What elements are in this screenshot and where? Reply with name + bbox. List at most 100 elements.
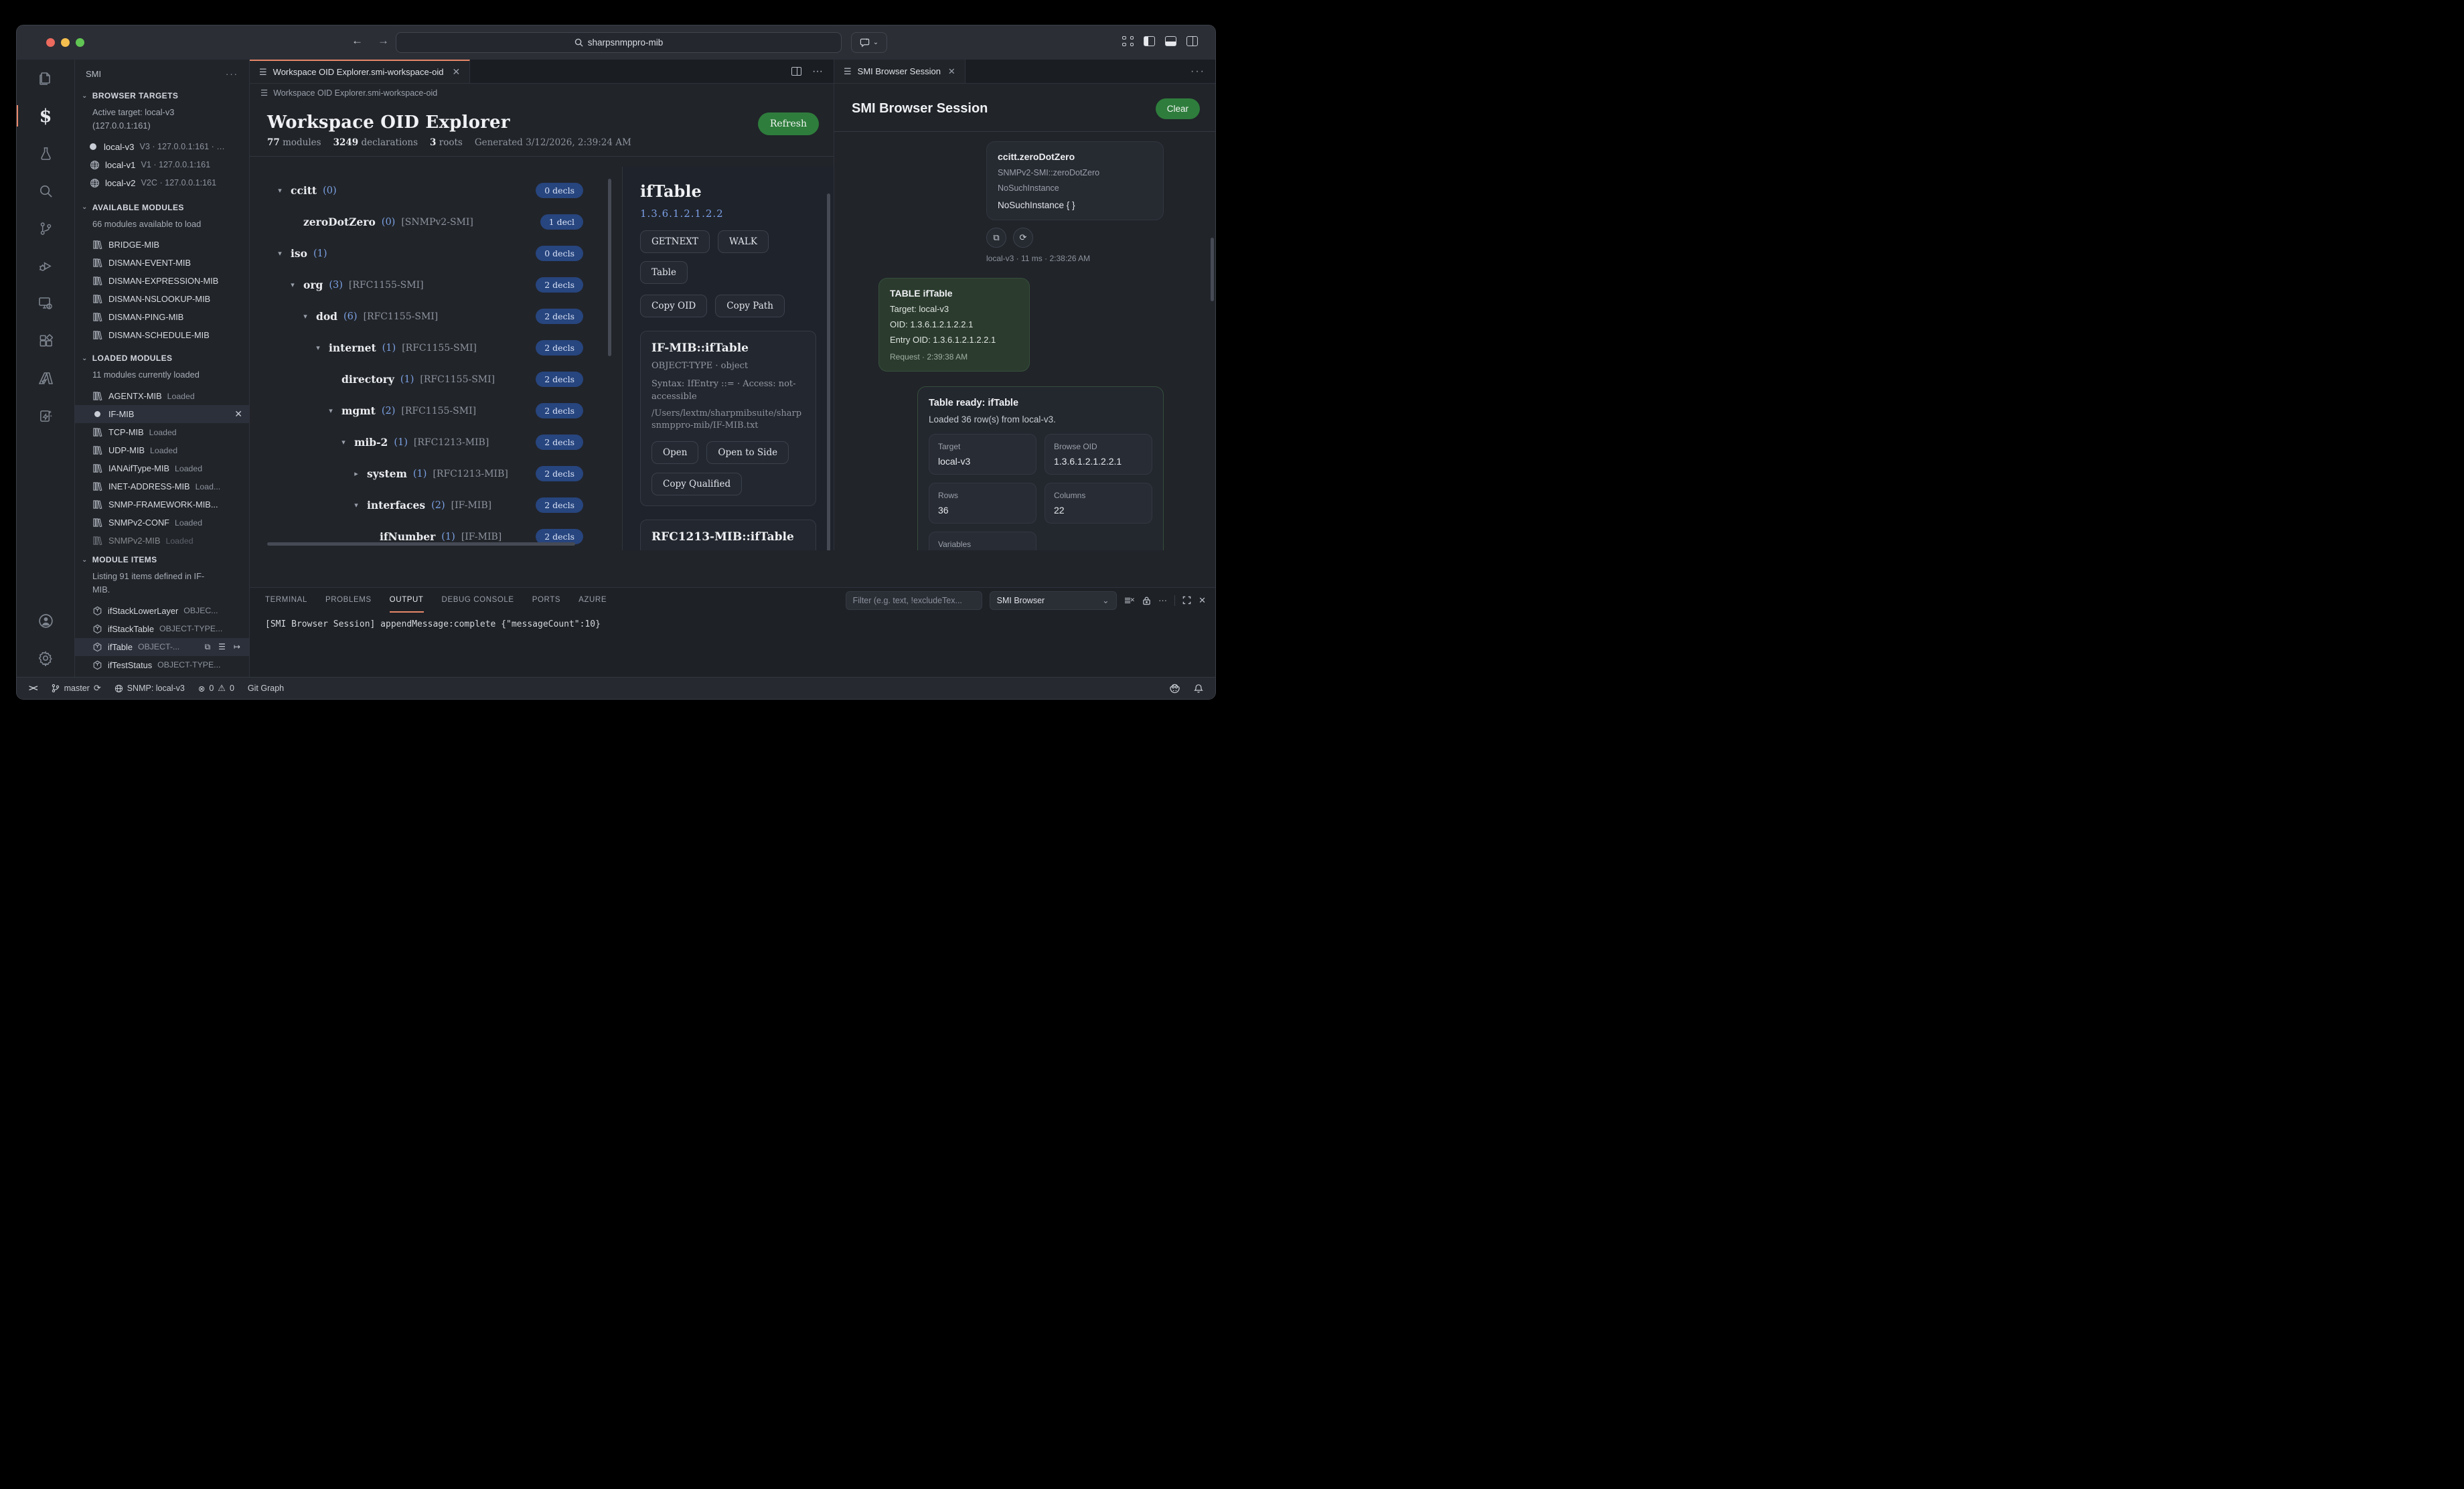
clear-button[interactable]: Clear xyxy=(1156,98,1200,119)
back-arrow-icon[interactable]: ← xyxy=(352,34,363,48)
lock-scroll-icon[interactable] xyxy=(1142,596,1151,605)
tree-row[interactable]: ▾ ccitt (0) 0 decls xyxy=(250,175,622,206)
tree-row[interactable]: ▾ iso (1) 0 decls xyxy=(250,238,622,269)
tree-row[interactable]: ▸ system (1) [RFC1213-MIB] 2 decls xyxy=(250,458,622,489)
tree-row[interactable]: zeroDotZero (0) [SNMPv2-SMI] 1 decl xyxy=(250,206,622,238)
panel-more-icon[interactable]: ··· xyxy=(1158,595,1167,605)
close-icon[interactable]: ✕ xyxy=(234,408,242,420)
account-icon[interactable] xyxy=(17,602,75,639)
forward-arrow-icon[interactable]: → xyxy=(378,34,389,48)
sync-icon[interactable]: ⟳ xyxy=(94,683,101,694)
tree-caret-icon[interactable]: ▾ xyxy=(339,438,348,447)
close-panel-icon[interactable]: ✕ xyxy=(1199,595,1206,606)
panel-tab[interactable]: AZURE xyxy=(579,588,607,613)
module-row[interactable]: SNMP-FRAMEWORK-MIB... ✕ xyxy=(75,495,249,514)
tree-caret-icon[interactable]: ▾ xyxy=(352,501,361,510)
toggle-panel-icon[interactable] xyxy=(1165,36,1176,46)
open-button[interactable]: Open xyxy=(651,441,698,464)
snmp-action-button[interactable]: GETNEXT xyxy=(640,230,710,253)
copy-action-button[interactable]: Copy Path xyxy=(715,295,785,317)
tree-caret-icon[interactable]: ▾ xyxy=(326,406,335,415)
snmp-action-button[interactable]: Table xyxy=(640,261,688,284)
debug-icon[interactable] xyxy=(17,247,75,285)
snmp-action-button[interactable]: WALK xyxy=(718,230,769,253)
module-item-row[interactable]: ifStackTable OBJECT-TYPE... ⧉☰↦ xyxy=(75,620,249,638)
close-tab-icon[interactable]: ✕ xyxy=(948,66,955,77)
module-item-row[interactable]: ifTestStatus OBJECT-TYPE... ⧉☰↦ xyxy=(75,656,249,674)
tree-row[interactable]: ▾ mgmt (2) [RFC1155-SMI] 2 decls xyxy=(250,395,622,426)
settings-gear-icon[interactable] xyxy=(17,639,75,677)
toggle-primary-sidebar-icon[interactable] xyxy=(1144,36,1155,46)
clear-output-icon[interactable]: ≣✕ xyxy=(1124,595,1135,606)
target-row[interactable]: local-v3 V3 · 127.0.0.1:161 · … xyxy=(75,138,249,156)
command-center-search[interactable]: sharpsnmppro-mib xyxy=(396,32,842,53)
customize-layout-icon[interactable] xyxy=(1122,36,1134,46)
module-row[interactable]: INET-ADDRESS-MIB Load... ✕ xyxy=(75,477,249,495)
azure-icon[interactable] xyxy=(17,360,75,397)
toggle-secondary-sidebar-icon[interactable] xyxy=(1186,36,1198,46)
close-window-button[interactable] xyxy=(46,38,55,47)
remote-icon[interactable] xyxy=(17,285,75,322)
close-tab-icon[interactable]: ✕ xyxy=(452,66,460,78)
flask-icon[interactable] xyxy=(17,135,75,172)
files-icon[interactable] xyxy=(17,60,75,97)
maximize-window-button[interactable] xyxy=(76,38,84,47)
tree-row[interactable]: ▾ org (3) [RFC1155-SMI] 2 decls xyxy=(250,269,622,301)
copilot-chat-button[interactable]: ⌄ xyxy=(851,32,887,53)
maximize-panel-icon[interactable] xyxy=(1182,596,1191,605)
refresh-button[interactable]: Refresh xyxy=(758,112,819,135)
module-row[interactable]: DISMAN-EXPRESSION-MIB xyxy=(75,272,249,290)
panel-tab[interactable]: TERMINAL xyxy=(265,588,307,613)
module-item-row[interactable]: ifTable OBJECT-... ⧉☰↦ xyxy=(75,638,249,656)
breadcrumb[interactable]: ☰ Workspace OID Explorer.smi-workspace-o… xyxy=(250,84,834,102)
item-actions[interactable]: ⧉☰↦ xyxy=(205,642,242,652)
panel-tab[interactable]: DEBUG CONSOLE xyxy=(442,588,514,613)
tree-caret-icon[interactable]: ▾ xyxy=(301,312,310,321)
tree-caret-icon[interactable]: ▾ xyxy=(288,281,297,289)
details-scrollbar[interactable] xyxy=(827,193,830,550)
remote-indicator[interactable]: >< xyxy=(29,684,37,693)
section-browser-targets[interactable]: ⌄ BROWSER TARGETS xyxy=(75,86,249,104)
module-row[interactable]: TCP-MIB Loaded ✕ xyxy=(75,423,249,441)
module-row[interactable]: DISMAN-EVENT-MIB xyxy=(75,254,249,272)
tree-horizontal-scrollbar[interactable] xyxy=(267,542,575,546)
session-scrollbar[interactable] xyxy=(1211,238,1214,301)
panel-tab[interactable]: OUTPUT xyxy=(390,588,424,613)
module-row[interactable]: SNMPv2-MIB Loaded ✕ xyxy=(75,532,249,550)
module-row[interactable]: DISMAN-PING-MIB xyxy=(75,308,249,326)
panel-more-icon[interactable]: ··· xyxy=(1190,66,1216,78)
tree-row[interactable]: ▾ mib-2 (1) [RFC1213-MIB] 2 decls xyxy=(250,426,622,458)
panel-tab[interactable]: PROBLEMS xyxy=(325,588,372,613)
panel-tab[interactable]: PORTS xyxy=(532,588,560,613)
git-graph-item[interactable]: Git Graph xyxy=(248,684,284,693)
smi-dollar-icon[interactable]: $ xyxy=(17,97,75,135)
editor-more-icon[interactable]: ··· xyxy=(812,66,823,78)
module-row[interactable]: AGENTX-MIB Loaded ✕ xyxy=(75,387,249,405)
search-icon[interactable] xyxy=(17,172,75,210)
tab-smi-browser-session[interactable]: ☰ SMI Browser Session ✕ xyxy=(834,60,966,83)
tree-row[interactable]: ▾ internet (1) [RFC1155-SMI] 2 decls xyxy=(250,332,622,364)
sparkle-doc-icon[interactable] xyxy=(17,397,75,435)
output-filter-input[interactable] xyxy=(846,591,982,610)
copy-qualified-button[interactable]: Copy Qualified xyxy=(651,473,742,495)
rerun-button[interactable]: ⟳ xyxy=(1013,228,1033,248)
bell-icon[interactable] xyxy=(1194,684,1203,694)
output-channel-select[interactable]: SMI Browser ⌄ xyxy=(990,591,1117,610)
section-available-modules[interactable]: ⌄ AVAILABLE MODULES xyxy=(75,198,249,216)
source-control-icon[interactable] xyxy=(17,210,75,247)
module-row[interactable]: DISMAN-SCHEDULE-MIB xyxy=(75,326,249,344)
tree-vertical-scrollbar[interactable] xyxy=(608,179,611,356)
copy-action-button[interactable]: Copy OID xyxy=(640,295,707,317)
tree-caret-icon[interactable]: ▾ xyxy=(275,186,285,195)
module-row[interactable]: SNMPv2-CONF Loaded ✕ xyxy=(75,514,249,532)
extensions-icon[interactable] xyxy=(17,322,75,360)
tab-workspace-oid-explorer[interactable]: ☰ Workspace OID Explorer.smi-workspace-o… xyxy=(250,60,470,83)
section-loaded-modules[interactable]: ⌄ LOADED MODULES xyxy=(75,348,249,367)
section-module-items[interactable]: ⌄ MODULE ITEMS xyxy=(75,550,249,568)
copilot-icon[interactable] xyxy=(1169,684,1180,694)
module-row[interactable]: UDP-MIB Loaded ✕ xyxy=(75,441,249,459)
target-row[interactable]: local-v1 V1 · 127.0.0.1:161 xyxy=(75,156,249,174)
copy-response-button[interactable]: ⧉ xyxy=(986,228,1006,248)
tree-row[interactable]: directory (1) [RFC1155-SMI] 2 decls xyxy=(250,364,622,395)
module-item-row[interactable]: ifStackLowerLayer OBJEC... ⧉☰↦ xyxy=(75,602,249,620)
